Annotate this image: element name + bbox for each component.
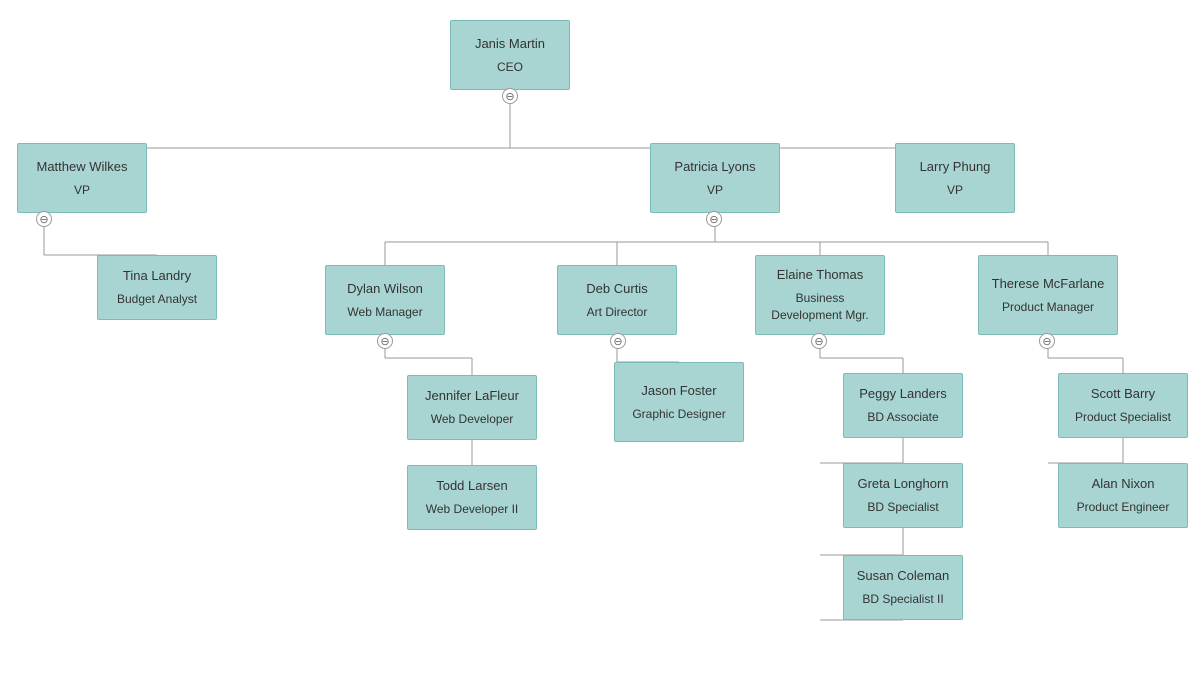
node-jason-name: Jason Foster [641,382,716,400]
node-todd-title: Web Developer II [426,501,519,518]
node-deb: Deb Curtis Art Director [557,265,677,335]
node-therese: Therese McFarlane Product Manager [978,255,1118,335]
node-janis-name: Janis Martin [475,35,545,53]
node-jennifer-name: Jennifer LaFleur [425,387,519,405]
node-larry: Larry Phung VP [895,143,1015,213]
collapse-elaine[interactable]: ⊖ [811,333,827,349]
node-patricia: Patricia Lyons VP [650,143,780,213]
node-dylan-title: Web Manager [347,304,422,321]
node-therese-name: Therese McFarlane [992,275,1105,293]
node-matthew: Matthew Wilkes VP [17,143,147,213]
node-greta-name: Greta Longhorn [857,475,948,493]
node-jennifer-title: Web Developer [431,411,514,428]
collapse-dylan[interactable]: ⊖ [377,333,393,349]
node-janis: Janis Martin CEO [450,20,570,90]
node-todd-name: Todd Larsen [436,477,508,495]
node-elaine: Elaine Thomas Business Development Mgr. [755,255,885,335]
node-deb-title: Art Director [587,304,648,321]
node-alan-title: Product Engineer [1077,499,1170,516]
node-scott-title: Product Specialist [1075,409,1171,426]
collapse-therese[interactable]: ⊖ [1039,333,1055,349]
node-peggy-name: Peggy Landers [859,385,946,403]
node-larry-name: Larry Phung [920,158,991,176]
node-elaine-title: Business Development Mgr. [766,290,874,324]
node-dylan: Dylan Wilson Web Manager [325,265,445,335]
node-tina: Tina Landry Budget Analyst [97,255,217,320]
node-matthew-title: VP [74,182,90,199]
node-alan: Alan Nixon Product Engineer [1058,463,1188,528]
node-peggy-title: BD Associate [867,409,938,426]
node-todd: Todd Larsen Web Developer II [407,465,537,530]
collapse-janis[interactable]: ⊖ [502,88,518,104]
collapse-deb[interactable]: ⊖ [610,333,626,349]
node-tina-name: Tina Landry [123,267,191,285]
node-elaine-name: Elaine Thomas [777,266,863,284]
node-patricia-name: Patricia Lyons [674,158,755,176]
node-jason: Jason Foster Graphic Designer [614,362,744,442]
connector-lines [0,0,1204,700]
node-scott: Scott Barry Product Specialist [1058,373,1188,438]
node-patricia-title: VP [707,182,723,199]
node-therese-title: Product Manager [1002,299,1094,316]
collapse-patricia[interactable]: ⊖ [706,211,722,227]
node-scott-name: Scott Barry [1091,385,1155,403]
node-jennifer: Jennifer LaFleur Web Developer [407,375,537,440]
node-larry-title: VP [947,182,963,199]
node-alan-name: Alan Nixon [1092,475,1155,493]
node-matthew-name: Matthew Wilkes [36,158,127,176]
node-deb-name: Deb Curtis [586,280,647,298]
node-tina-title: Budget Analyst [117,291,197,308]
node-greta: Greta Longhorn BD Specialist [843,463,963,528]
node-greta-title: BD Specialist [867,499,938,516]
node-susan: Susan Coleman BD Specialist II [843,555,963,620]
node-susan-title: BD Specialist II [862,591,943,608]
node-jason-title: Graphic Designer [632,406,725,423]
collapse-matthew[interactable]: ⊖ [36,211,52,227]
node-janis-title: CEO [497,59,523,76]
node-peggy: Peggy Landers BD Associate [843,373,963,438]
node-susan-name: Susan Coleman [857,567,950,585]
node-dylan-name: Dylan Wilson [347,280,423,298]
org-chart: Janis Martin CEO ⊖ Matthew Wilkes VP ⊖ P… [0,0,1204,700]
